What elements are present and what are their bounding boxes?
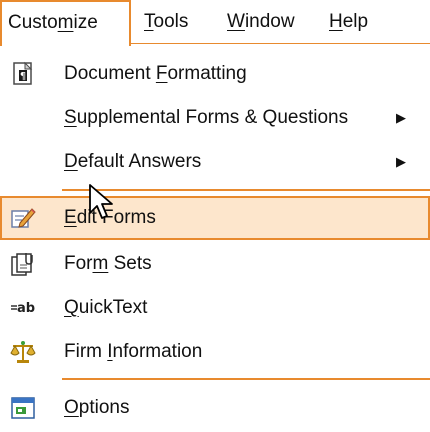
menu-item-quicktext[interactable]: ab QuickText [0, 286, 430, 330]
menu-item-label: Options [64, 397, 130, 418]
menu-item-firm-information[interactable]: Firm Information [0, 330, 430, 374]
menu-help[interactable]: Help [323, 0, 374, 44]
customize-dropdown: ¶ Document Formatting Supplemental Forms… [0, 44, 430, 432]
document-formatting-icon: ¶ [10, 61, 36, 87]
submenu-arrow-icon: ▶ [396, 154, 406, 169]
menu-item-supplemental-forms[interactable]: Supplemental Forms & Questions ▶ [0, 96, 430, 140]
options-window-icon [10, 395, 36, 421]
menu-item-document-formatting[interactable]: ¶ Document Formatting [0, 52, 430, 96]
submenu-arrow-icon: ▶ [396, 110, 406, 125]
svg-text:ab: ab [17, 301, 35, 316]
scales-icon [10, 339, 36, 365]
edit-pencil-icon [10, 205, 36, 231]
menu-separator [62, 189, 430, 191]
menu-item-label: QuickText [64, 297, 148, 318]
menu-item-options[interactable]: Options [0, 386, 430, 430]
menu-tools[interactable]: Tools [138, 0, 194, 44]
menu-bar: Customize Tools Window Help [0, 0, 430, 46]
menu-item-label: Form Sets [64, 253, 152, 274]
menu-help-label: Help [329, 11, 369, 32]
mouse-cursor-icon [88, 183, 116, 223]
menu-window-label: Window [227, 11, 295, 32]
menu-item-edit-forms[interactable]: Edit Forms [0, 196, 430, 240]
menu-separator [62, 378, 430, 380]
menu-item-form-sets[interactable]: Form Sets [0, 242, 430, 286]
form-sets-icon [10, 251, 36, 277]
menu-item-default-answers[interactable]: Default Answers ▶ [0, 140, 430, 184]
menu-item-label: Supplemental Forms & Questions [64, 107, 349, 128]
app-window: Customize Tools Window Help ¶ Document F [0, 0, 430, 432]
menu-customize[interactable]: Customize [0, 0, 131, 46]
menu-customize-label: Customize [8, 12, 98, 33]
svg-text:¶: ¶ [20, 71, 26, 82]
menu-window[interactable]: Window [221, 0, 301, 44]
menu-item-label: Document Formatting [64, 63, 247, 84]
menu-item-label: Default Answers [64, 151, 202, 172]
menu-tools-label: Tools [144, 11, 189, 32]
menu-item-label: Firm Information [64, 341, 203, 362]
quicktext-ab-icon: ab [10, 295, 36, 321]
